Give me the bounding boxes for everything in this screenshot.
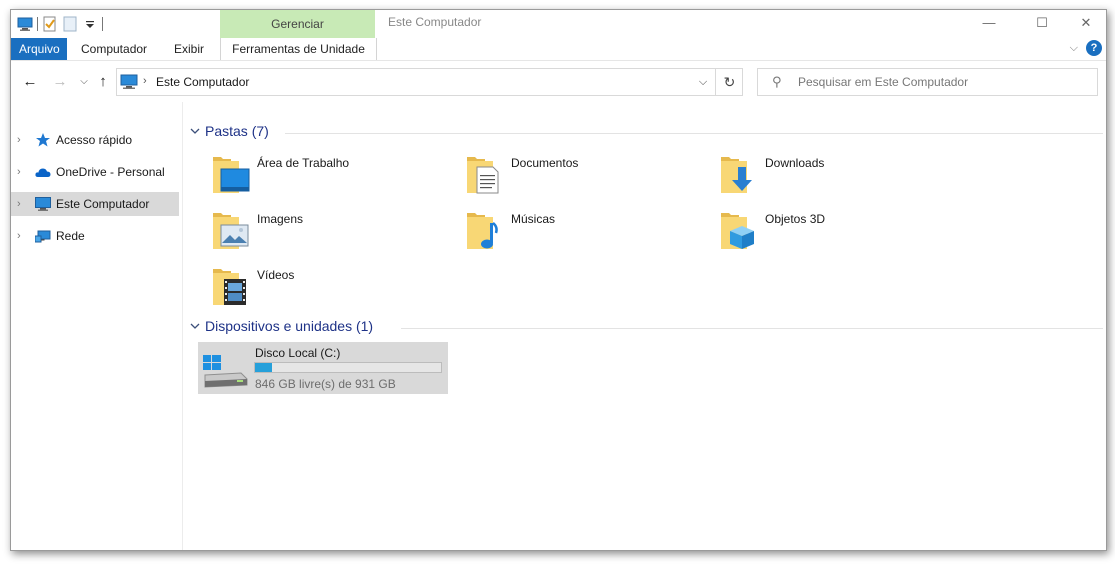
file-explorer-window: Gerenciar Este Computador — ☐ ✕ Arquivo … [10, 9, 1107, 551]
folder-label: Músicas [511, 212, 556, 226]
group-divider [401, 328, 1103, 329]
quick-access-toolbar [17, 14, 107, 34]
sidebar-item-label: Acesso rápido [56, 133, 133, 147]
folder-videos[interactable]: Vídeos [211, 265, 451, 317]
group-divider [285, 133, 1103, 134]
collapse-chevron-icon[interactable] [189, 320, 201, 335]
folder-area-de-trabalho[interactable]: Área de Trabalho [211, 153, 451, 205]
drive-free-space: 846 GB livre(s) de 931 GB [255, 377, 396, 391]
title-bar: Gerenciar Este Computador — ☐ ✕ [11, 10, 1106, 38]
downloads-folder-icon [719, 153, 761, 199]
folders-group-header[interactable]: Pastas (7) [189, 122, 1103, 144]
navigation-pane: › Acesso rápido › OneDrive - Personal › … [11, 102, 183, 550]
search-box[interactable]: ⚲ Pesquisar em Este Computador [757, 68, 1098, 96]
toolbar-separator [37, 17, 38, 31]
expand-chevron-icon[interactable]: › [17, 192, 21, 216]
sidebar-item-este-computador[interactable]: › Este Computador [11, 192, 179, 216]
expand-chevron-icon[interactable]: › [17, 128, 21, 152]
drive-usage-bar [254, 362, 442, 373]
computer-icon[interactable] [17, 16, 33, 32]
collapse-chevron-icon[interactable] [189, 125, 201, 140]
music-folder-icon [465, 209, 507, 255]
new-folder-icon[interactable] [62, 16, 78, 32]
folder-documentos[interactable]: Documentos [465, 153, 705, 205]
content-pane: Pastas (7) Área de Trabalho Documentos D… [183, 102, 1106, 550]
folder-label: Área de Trabalho [257, 156, 350, 170]
folder-imagens[interactable]: Imagens [211, 209, 451, 261]
manage-contextual-tab[interactable]: Gerenciar [220, 10, 375, 38]
toolbar-separator [102, 17, 103, 31]
search-icon: ⚲ [772, 74, 782, 89]
videos-folder-icon [211, 265, 253, 311]
folder-musicas[interactable]: Músicas [465, 209, 705, 261]
expand-chevron-icon[interactable]: › [17, 224, 21, 248]
sidebar-item-label: OneDrive - Personal [56, 165, 165, 179]
drive-label: Disco Local (C:) [255, 346, 341, 360]
minimize-button[interactable]: — [966, 10, 1012, 35]
drive-disco-local-c[interactable]: Disco Local (C:) 846 GB livre(s) de 931 … [198, 342, 448, 394]
tab-exibir[interactable]: Exibir [166, 38, 212, 60]
sidebar-item-rede[interactable]: › Rede [11, 224, 179, 248]
expand-chevron-icon[interactable]: › [17, 160, 21, 184]
recent-locations-button[interactable]: ⌵ [75, 73, 93, 91]
3d-objects-folder-icon [719, 209, 761, 255]
tab-ferramentas-de-unidade[interactable]: Ferramentas de Unidade [220, 38, 377, 60]
address-dropdown-icon[interactable]: ⌵ [691, 69, 715, 95]
help-icon[interactable]: ? [1086, 40, 1102, 56]
computer-icon [120, 74, 138, 93]
folder-label: Downloads [765, 156, 825, 170]
pictures-folder-icon [211, 209, 253, 255]
breadcrumb-separator[interactable]: › [143, 75, 147, 87]
documents-folder-icon [465, 153, 507, 199]
ribbon-tabs: Arquivo Computador Exibir Ferramentas de… [11, 38, 1106, 60]
sidebar-item-acesso-rapido[interactable]: › Acesso rápido [11, 128, 179, 152]
close-button[interactable]: ✕ [1063, 10, 1106, 35]
sidebar-item-label: Este Computador [56, 197, 150, 211]
maximize-button[interactable]: ☐ [1019, 10, 1065, 35]
folder-label: Imagens [257, 212, 304, 226]
network-icon [34, 228, 51, 244]
group-title: Pastas (7) [205, 123, 269, 139]
expand-ribbon-icon[interactable]: ⌵ [1070, 42, 1078, 55]
back-button[interactable]: ← [21, 73, 39, 91]
ribbon-controls: ⌵ ? [1070, 40, 1102, 56]
customize-toolbar-icon[interactable] [82, 16, 98, 32]
folder-objetos-3d[interactable]: Objetos 3D [719, 209, 959, 261]
windows-drive-icon [203, 355, 249, 389]
tab-computador[interactable]: Computador [73, 38, 155, 60]
refresh-button[interactable]: ↻ [715, 69, 743, 95]
up-button[interactable]: ↑ [94, 73, 112, 91]
star-icon [35, 132, 51, 148]
forward-button[interactable]: → [51, 73, 69, 91]
properties-icon[interactable] [42, 16, 58, 32]
cloud-icon [35, 164, 51, 180]
drive-usage-fill [255, 363, 272, 372]
breadcrumb-este-computador[interactable]: Este Computador [156, 69, 249, 95]
sidebar-item-label: Rede [56, 229, 85, 243]
address-row: ← → ⌵ ↑ › Este Computador ⌵ ↻ ⚲ Pesquisa… [11, 60, 1106, 103]
folder-downloads[interactable]: Downloads [719, 153, 959, 205]
sidebar-item-onedrive[interactable]: › OneDrive - Personal [11, 160, 179, 184]
window-title: Este Computador [388, 15, 482, 29]
folder-label: Vídeos [257, 268, 295, 282]
folder-label: Documentos [511, 156, 579, 170]
address-bar[interactable]: › Este Computador ⌵ ↻ [116, 68, 743, 96]
search-placeholder[interactable]: Pesquisar em Este Computador [798, 69, 968, 95]
group-title: Dispositivos e unidades (1) [205, 318, 374, 334]
devices-group-header[interactable]: Dispositivos e unidades (1) [189, 317, 1103, 339]
folder-label: Objetos 3D [765, 212, 826, 226]
tab-arquivo[interactable]: Arquivo [11, 38, 67, 60]
desktop-folder-icon [211, 153, 253, 199]
computer-icon [35, 196, 51, 212]
